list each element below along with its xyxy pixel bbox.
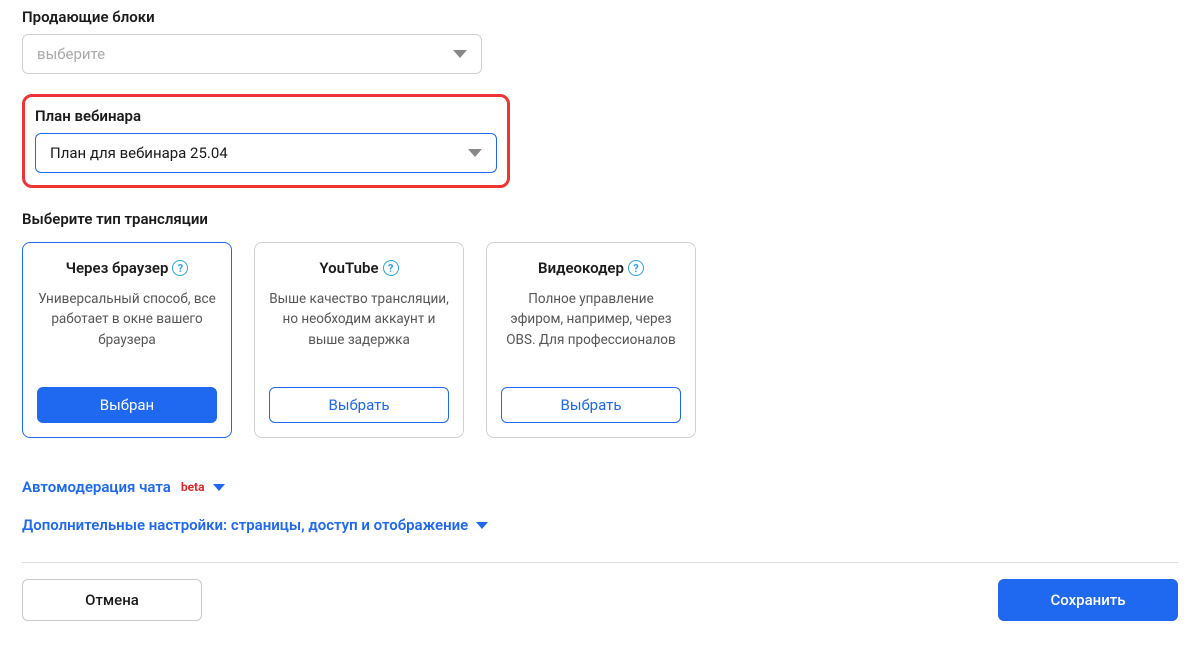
additional-settings-label: Дополнительные настройки: страницы, дост… [22, 516, 468, 534]
webinar-plan-select[interactable]: План для вебинара 25.04 [35, 133, 497, 173]
stream-card-encoder-button[interactable]: Выбрать [501, 387, 681, 423]
stream-card-youtube-button[interactable]: Выбрать [269, 387, 449, 423]
webinar-plan-label: План вебинара [35, 107, 497, 125]
webinar-plan-highlight: План вебинара План для вебинара 25.04 [22, 94, 510, 188]
stream-type-title: Выберите тип трансляции [22, 210, 1178, 228]
stream-card-encoder[interactable]: Видеокодер ? Полное управление эфиром, н… [486, 242, 696, 438]
selling-blocks-select[interactable]: выберите [22, 34, 482, 74]
help-icon[interactable]: ? [383, 260, 399, 276]
save-button[interactable]: Сохранить [998, 579, 1178, 621]
automoderation-label: Автомодерация чата [22, 478, 171, 496]
webinar-plan-value: План для вебинара 25.04 [50, 144, 228, 162]
stream-card-title-text: YouTube [319, 259, 378, 277]
stream-card-browser-button[interactable]: Выбран [37, 387, 217, 423]
stream-card-youtube-desc: Выше качество трансляции, но необходим а… [269, 289, 449, 369]
chevron-down-icon [468, 149, 482, 157]
help-icon[interactable]: ? [172, 260, 188, 276]
stream-card-browser-desc: Универсальный способ, все работает в окн… [37, 289, 217, 369]
automoderation-toggle[interactable]: Автомодерация чата beta [22, 478, 1178, 496]
stream-card-encoder-desc: Полное управление эфиром, например, чере… [501, 289, 681, 369]
chevron-down-icon [476, 522, 488, 529]
cancel-button[interactable]: Отмена [22, 579, 202, 621]
stream-card-youtube[interactable]: YouTube ? Выше качество трансляции, но н… [254, 242, 464, 438]
stream-type-cards: Через браузер ? Универсальный способ, вс… [22, 242, 1178, 438]
stream-card-browser-title: Через браузер ? [66, 259, 189, 277]
stream-card-youtube-title: YouTube ? [319, 259, 398, 277]
beta-badge: beta [181, 480, 205, 494]
separator [22, 562, 1178, 563]
chevron-down-icon [213, 484, 225, 491]
selling-blocks-field: Продающие блоки выберите [22, 8, 1178, 74]
stream-card-browser[interactable]: Через браузер ? Универсальный способ, вс… [22, 242, 232, 438]
footer-actions: Отмена Сохранить [22, 579, 1178, 621]
stream-card-title-text: Через браузер [66, 259, 169, 277]
selling-blocks-placeholder: выберите [37, 45, 105, 63]
additional-settings-toggle[interactable]: Дополнительные настройки: страницы, дост… [22, 516, 1178, 534]
stream-card-encoder-title: Видеокодер ? [538, 259, 644, 277]
selling-blocks-label: Продающие блоки [22, 8, 1178, 26]
stream-card-title-text: Видеокодер [538, 259, 624, 277]
help-icon[interactable]: ? [628, 260, 644, 276]
expand-section: Автомодерация чата beta Дополнительные н… [22, 478, 1178, 534]
chevron-down-icon [453, 50, 467, 58]
